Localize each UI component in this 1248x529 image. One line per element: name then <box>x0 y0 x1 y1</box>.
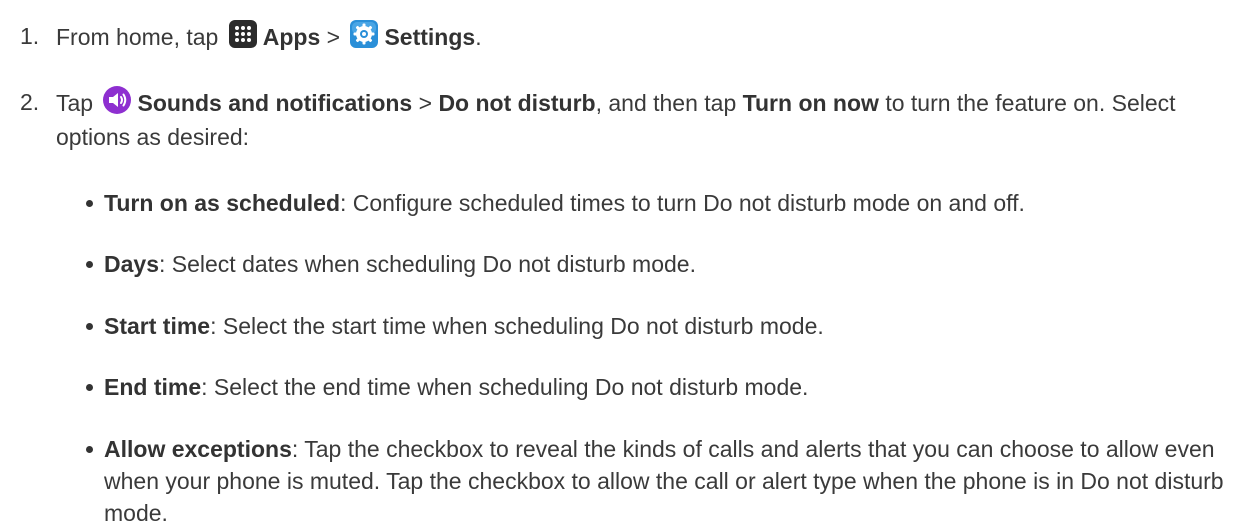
step-text-part: . <box>475 24 482 50</box>
bullet-icon <box>86 200 93 207</box>
apps-label: Apps <box>262 24 321 50</box>
bullet-icon <box>86 446 93 453</box>
bullet-icon <box>86 323 93 330</box>
step-text: Tap Sounds and notifications > Do not di… <box>56 85 1230 154</box>
list-item: Start time: Select the start time when s… <box>82 310 1230 342</box>
option-desc: : Select dates when scheduling Do not di… <box>158 251 696 277</box>
step-number: 2. <box>20 89 40 115</box>
option-label: Turn on as scheduled <box>104 190 340 216</box>
option-label: Start time <box>104 313 211 339</box>
option-desc: : Configure scheduled times to turn Do n… <box>340 190 1025 216</box>
list-item: Allow exceptions: Tap the checkbox to re… <box>82 433 1230 529</box>
sound-speaker-icon <box>102 85 132 115</box>
list-item: Turn on as scheduled: Configure schedule… <box>82 187 1230 219</box>
step-text-part: From home, tap <box>56 24 219 50</box>
bullet-icon <box>86 384 93 391</box>
separator: > <box>418 90 433 116</box>
option-label: Allow exceptions <box>104 436 292 462</box>
settings-gear-icon <box>349 19 379 49</box>
step-2: 2. Tap Sounds and notifications > Do not… <box>20 85 1230 154</box>
settings-label: Settings <box>384 24 476 50</box>
option-label: Days <box>104 251 159 277</box>
turn-on-now-label: Turn on now <box>742 90 879 116</box>
sounds-label: Sounds and notifications <box>137 90 413 116</box>
step-1: 1. From home, tap Apps > Settings. <box>20 19 1230 54</box>
list-item: End time: Select the end time when sched… <box>82 371 1230 403</box>
step-number: 1. <box>20 23 40 49</box>
option-desc: : Select the end time when scheduling Do… <box>201 374 809 400</box>
option-desc: : Select the start time when scheduling … <box>210 313 824 339</box>
bullet-icon <box>86 261 93 268</box>
list-item: Days: Select dates when scheduling Do no… <box>82 248 1230 280</box>
step-text: From home, tap Apps > Settings. <box>56 19 1230 54</box>
step-text-part: Tap <box>56 90 94 116</box>
step-text-part: , and then tap <box>595 90 737 116</box>
apps-grid-icon <box>228 19 258 49</box>
dnd-label: Do not disturb <box>438 90 596 116</box>
option-label: End time <box>104 374 202 400</box>
separator: > <box>326 24 341 50</box>
